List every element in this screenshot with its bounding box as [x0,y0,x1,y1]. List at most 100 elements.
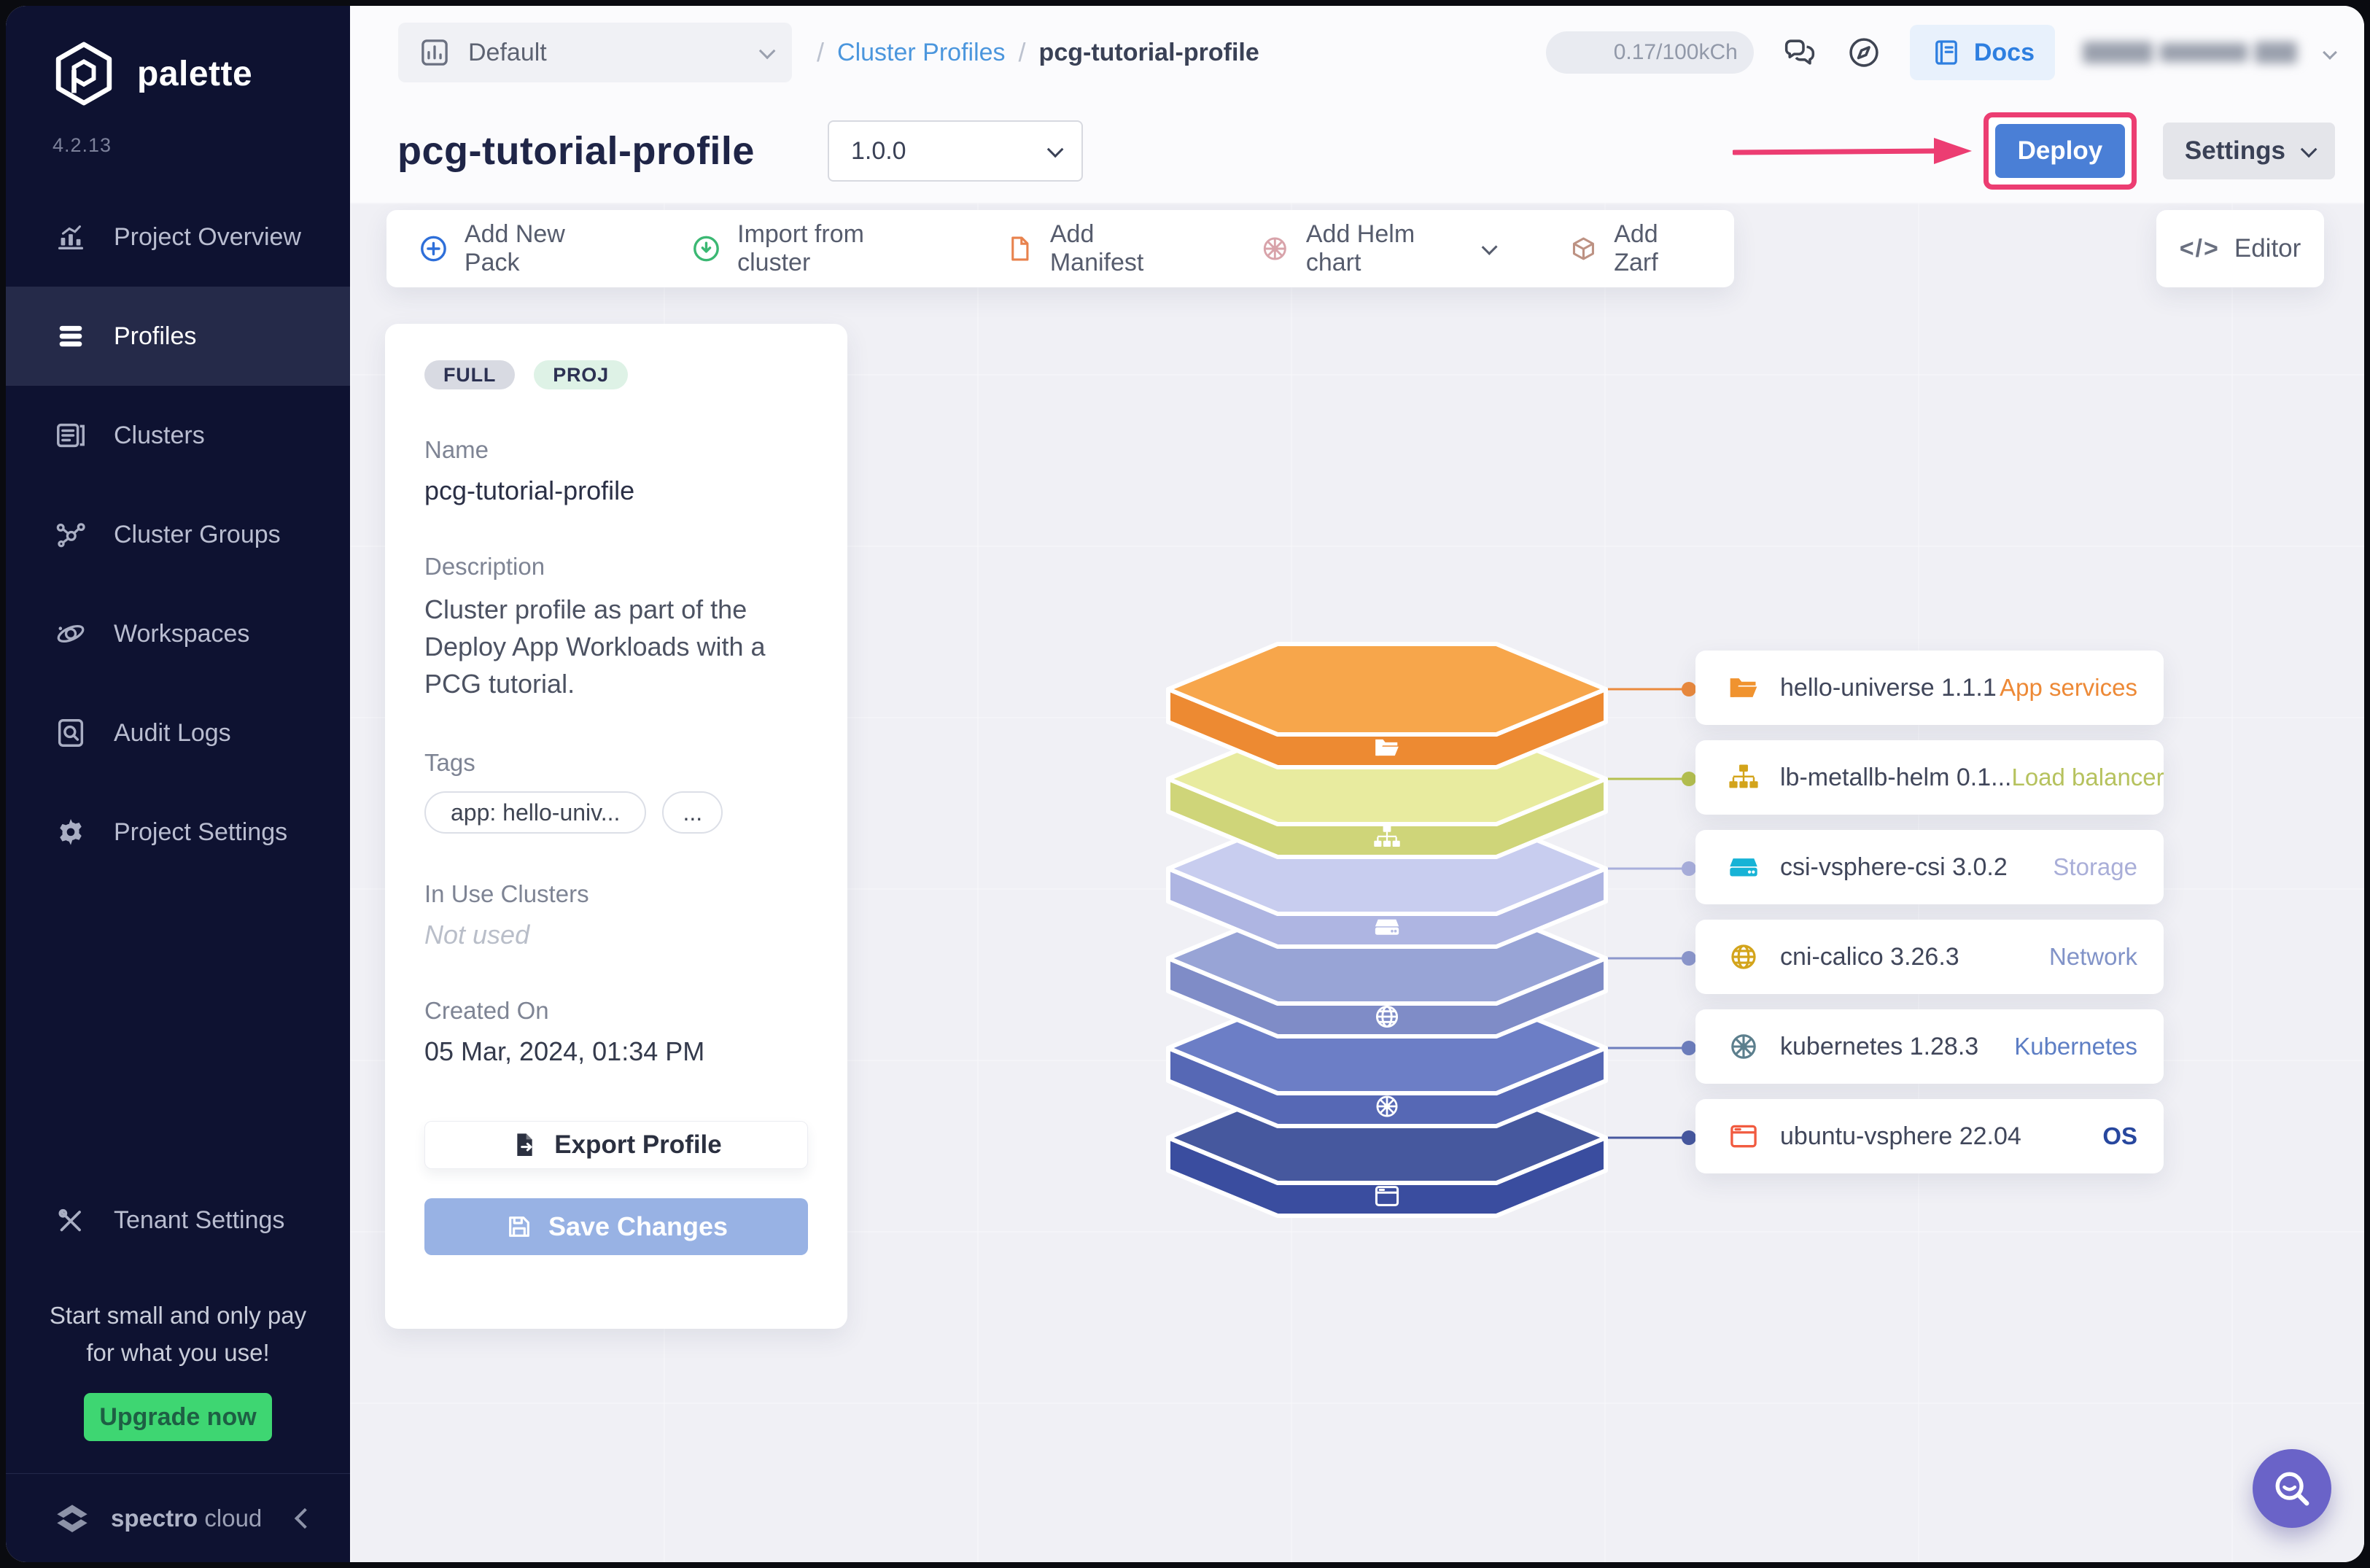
kubernetes-wheel-icon [1728,1031,1760,1063]
deploy-button[interactable]: Deploy [1995,124,2125,178]
breadcrumb-separator: / [817,37,824,68]
project-scope-selector[interactable]: Default [398,23,792,82]
upgrade-now-button[interactable]: Upgrade now [84,1393,272,1441]
helm-wheel-icon [1260,233,1290,265]
import-from-cluster-button[interactable]: Import from cluster [691,220,930,277]
sidebar-item-clusters[interactable]: Clusters [6,386,350,485]
sidebar-item-project-settings[interactable]: Project Settings [6,783,350,882]
spectro-cloud-logo-icon [51,1497,93,1540]
sidebar-spacer [6,882,350,1171]
sidebar-item-label: Clusters [114,422,205,450]
add-manifest-button[interactable]: Add Manifest [1006,220,1184,277]
description-label: Description [424,553,808,581]
explore-button[interactable] [1846,34,1882,71]
upgrade-promo: Start small and only pay for what you us… [6,1270,350,1371]
tags-label: Tags [424,749,808,777]
pack-row-hello-universe[interactable]: hello-universe 1.1.1 App services [1695,651,2164,725]
pack-row-csi-vsphere-csi[interactable]: csi-vsphere-csi 3.0.2 Storage [1695,830,2164,904]
pack-row-cni-calico[interactable]: cni-calico 3.26.3 Network [1695,920,2164,994]
pack-category: App services [2000,674,2137,702]
sidebar-item-project-overview[interactable]: Project Overview [6,187,350,287]
pack-category: Storage [2053,853,2137,881]
sidebar-item-profiles[interactable]: Profiles [6,287,350,386]
user-account-name-redacted[interactable] [2083,42,2297,63]
globe-icon [1728,941,1760,973]
sidebar-item-tenant-settings[interactable]: Tenant Settings [6,1171,350,1270]
sitemap-icon [1728,761,1760,793]
profile-name-value: pcg-tutorial-profile [424,476,808,506]
plus-circle-icon [419,233,448,265]
manifest-file-icon [1006,233,1034,264]
page-header: pcg-tutorial-profile 1.0.0 Deploy Settin… [350,99,2364,203]
pack-category: OS [2102,1122,2137,1150]
compass-icon [1846,34,1882,71]
promo-line: Start small and only pay [28,1297,328,1334]
audit-logs-icon [54,716,88,750]
os-window-icon [1728,1120,1760,1152]
tag-chip[interactable]: app: hello-univ... [424,791,646,834]
project-scope-icon [419,36,451,69]
sidebar-nav: Project Overview Profiles Clusters Clust… [6,187,350,882]
pack-category: Kubernetes [2014,1033,2137,1060]
sidebar-item-workspaces[interactable]: Workspaces [6,584,350,683]
tag-overflow-chip[interactable]: ... [662,791,723,834]
breadcrumb-cluster-profiles-link[interactable]: Cluster Profiles [837,39,1006,67]
settings-button[interactable]: Settings [2163,123,2335,179]
search-fab-button[interactable] [2253,1449,2331,1528]
profile-version-value: 1.0.0 [851,137,906,166]
profile-description-value: Cluster profile as part of the Deploy Ap… [424,591,808,702]
export-file-icon [510,1130,540,1160]
pack-row-kubernetes[interactable]: kubernetes 1.28.3 Kubernetes [1695,1009,2164,1084]
editor-toggle-button[interactable]: </> Editor [2156,210,2324,287]
save-changes-button[interactable]: Save Changes [424,1198,808,1255]
export-profile-label: Export Profile [554,1130,721,1160]
pack-name: hello-universe 1.1.1 [1780,674,1997,702]
export-profile-button[interactable]: Export Profile [424,1121,808,1169]
import-from-cluster-label: Import from cluster [737,220,930,277]
topbar: Default / Cluster Profiles / pcg-tutoria… [350,6,2364,99]
save-floppy-icon [505,1212,534,1241]
badge-full: FULL [424,360,515,389]
add-helm-chart-button[interactable]: Add Helm chart [1260,220,1493,277]
sidebar-item-label: Tenant Settings [114,1206,284,1235]
add-new-pack-button[interactable]: Add New Pack [419,220,615,277]
profile-layer-stack [1152,627,1706,1233]
sidebar-item-label: Workspaces [114,620,249,648]
sidebar-collapse-icon[interactable] [295,1507,315,1528]
page-title: pcg-tutorial-profile [397,128,755,174]
cluster-groups-icon [54,518,88,551]
add-helm-chart-label: Add Helm chart [1306,220,1464,277]
pack-name: cni-calico 3.26.3 [1780,943,1959,971]
add-zarf-button[interactable]: Add Zarf [1569,220,1702,277]
docs-button[interactable]: Docs [1910,25,2055,80]
user-menu-chevron-icon[interactable] [2323,45,2337,60]
pack-name: kubernetes 1.28.3 [1780,1033,1978,1061]
app-logo: palette [6,6,350,109]
brand-text: spectro cloud [111,1505,262,1532]
add-manifest-label: Add Manifest [1050,220,1184,277]
badge-proj: PROJ [534,360,628,389]
workspaces-icon [54,617,88,651]
pack-row-ubuntu-vsphere[interactable]: ubuntu-vsphere 22.04 OS [1695,1099,2164,1173]
sidebar-item-label: Cluster Groups [114,521,281,549]
profile-version-select[interactable]: 1.0.0 [828,120,1083,182]
pack-category: Network [2049,943,2137,971]
created-on-value: 05 Mar, 2024, 01:34 PM [424,1036,808,1067]
chevron-down-icon [2301,141,2317,158]
chat-icon [1782,34,1818,71]
app-window: palette 4.2.13 Project Overview Profiles… [6,6,2364,1562]
chat-feedback-button[interactable] [1782,34,1818,71]
chevron-down-icon [759,43,776,60]
sidebar-item-audit-logs[interactable]: Audit Logs [6,683,350,783]
pack-toolbar: Add New Pack Import from cluster Add Man… [386,210,1734,287]
annotation-highlight-box: Deploy [1984,112,2137,190]
add-zarf-label: Add Zarf [1614,220,1702,277]
app-name: palette [137,54,252,94]
breadcrumb: / Cluster Profiles / pcg-tutorial-profil… [817,37,1259,68]
sidebar-item-cluster-groups[interactable]: Cluster Groups [6,485,350,584]
zarf-package-icon [1569,233,1598,264]
add-new-pack-label: Add New Pack [465,220,615,277]
in-use-clusters-value: Not used [424,920,808,950]
palette-logo-icon [50,38,118,109]
pack-row-lb-metallb-helm[interactable]: lb-metallb-helm 0.1... Load balancer [1695,740,2164,815]
